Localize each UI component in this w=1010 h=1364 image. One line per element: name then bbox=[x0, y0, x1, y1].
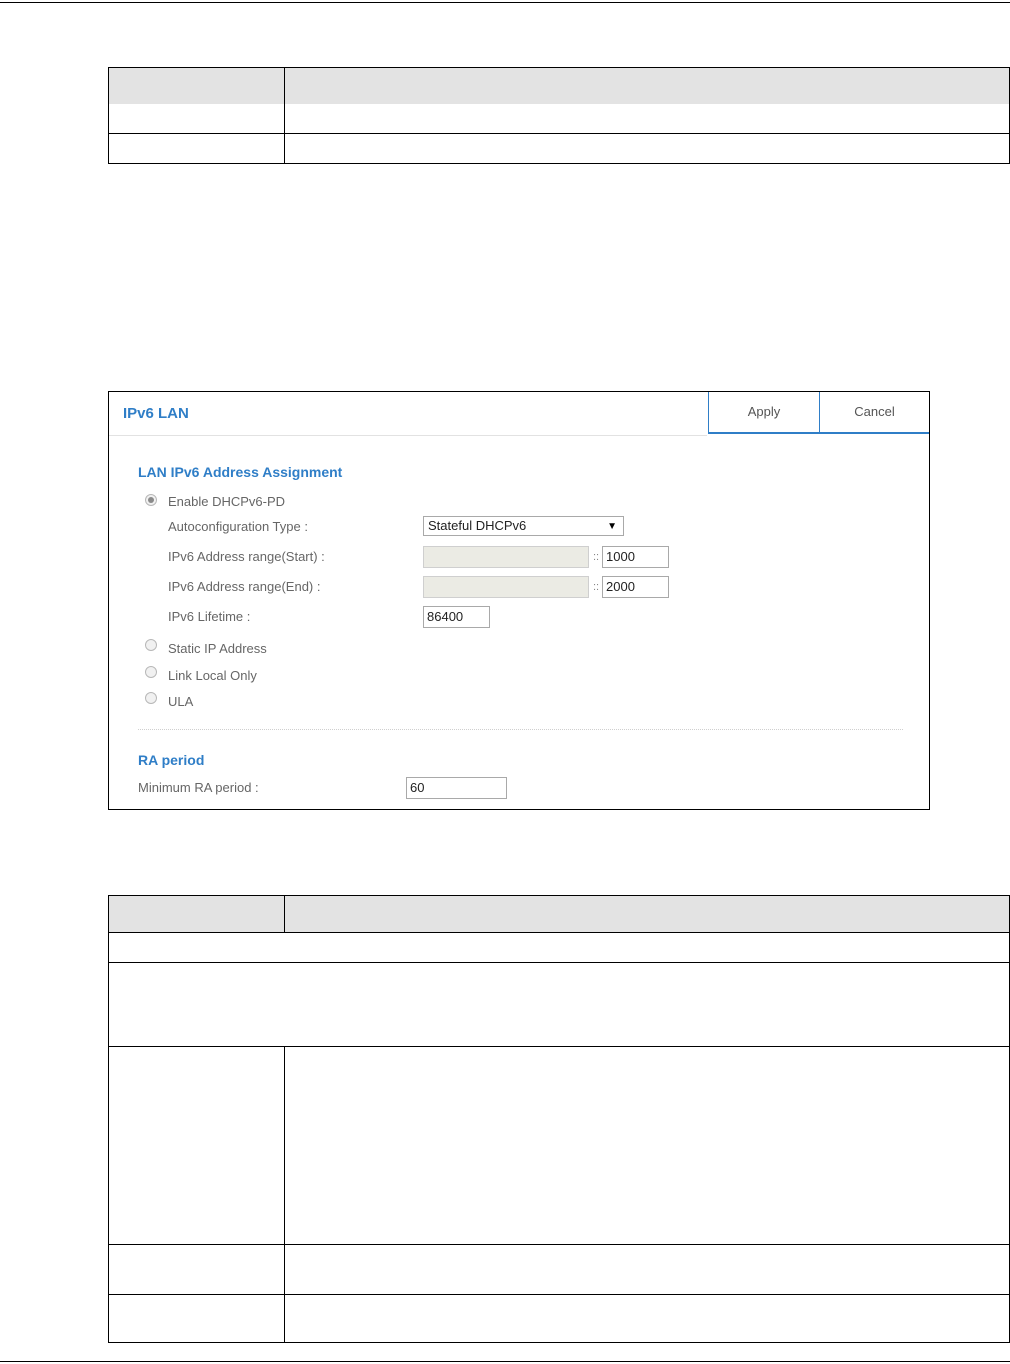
lifetime-label: IPv6 Lifetime : bbox=[168, 609, 251, 624]
radio-label-link-local-only: Link Local Only bbox=[168, 668, 257, 683]
range-end-prefix-input bbox=[423, 576, 589, 598]
panel-header-divider bbox=[109, 435, 707, 436]
bottom-table-header bbox=[109, 896, 1009, 932]
ipv6-lan-panel: IPv6 LAN Apply Cancel LAN IPv6 Address A… bbox=[108, 391, 930, 810]
range-end-label: IPv6 Address range(End) : bbox=[168, 579, 321, 594]
section-title-assignment: LAN IPv6 Address Assignment bbox=[138, 464, 343, 480]
page-bottom-rule bbox=[0, 1361, 1010, 1362]
min-ra-period-label: Minimum RA period : bbox=[138, 780, 259, 795]
radio-static-ip-address[interactable] bbox=[145, 639, 157, 651]
section-divider bbox=[138, 729, 903, 730]
page-top-rule bbox=[0, 2, 1010, 3]
bottom-table-row-5 bbox=[109, 1294, 1009, 1342]
radio-label-enable-dhcpv6-pd: Enable DHCPv6-PD bbox=[168, 494, 286, 509]
top-table bbox=[108, 67, 1010, 164]
panel-title: IPv6 LAN bbox=[123, 405, 189, 422]
radio-label-ula: ULA bbox=[168, 694, 194, 709]
range-start-suffix-input[interactable]: 1000 bbox=[602, 546, 669, 568]
radio-label-static-ip-address: Static IP Address bbox=[168, 641, 267, 656]
range-start-label: IPv6 Address range(Start) : bbox=[168, 549, 325, 564]
dropdown-arrow-icon: ▼ bbox=[607, 521, 617, 532]
lifetime-input[interactable]: 86400 bbox=[423, 606, 490, 628]
autoconfig-type-value: Stateful DHCPv6 bbox=[428, 518, 527, 533]
bottom-table-row-4 bbox=[109, 1244, 1009, 1294]
bottom-table-row-1 bbox=[109, 932, 1009, 962]
top-table-row bbox=[109, 133, 1009, 163]
radio-link-local-only[interactable] bbox=[145, 666, 157, 678]
apply-button[interactable]: Apply bbox=[708, 392, 819, 434]
bottom-table-divider-header bbox=[284, 896, 285, 932]
cancel-button[interactable]: Cancel bbox=[819, 392, 929, 434]
top-table-divider bbox=[284, 68, 285, 163]
bottom-table-row-2 bbox=[109, 962, 1009, 1046]
autoconfig-type-select[interactable]: Stateful DHCPv6 ▼ bbox=[423, 516, 624, 536]
autoconfig-type-label: Autoconfiguration Type : bbox=[168, 519, 308, 534]
top-table-header bbox=[109, 68, 1009, 104]
bottom-table-divider-body bbox=[284, 1046, 285, 1342]
range-start-separator: :: bbox=[593, 551, 600, 563]
range-start-prefix-input bbox=[423, 546, 589, 568]
range-end-suffix-input[interactable]: 2000 bbox=[602, 576, 669, 598]
radio-enable-dhcpv6-pd[interactable] bbox=[145, 494, 157, 506]
min-ra-period-input[interactable]: 60 bbox=[406, 777, 507, 799]
bottom-table bbox=[108, 895, 1010, 1343]
section-title-ra-period: RA period bbox=[138, 752, 205, 768]
range-end-separator: :: bbox=[593, 581, 600, 593]
bottom-table-row-3 bbox=[109, 1046, 1009, 1244]
radio-ula[interactable] bbox=[145, 692, 157, 704]
